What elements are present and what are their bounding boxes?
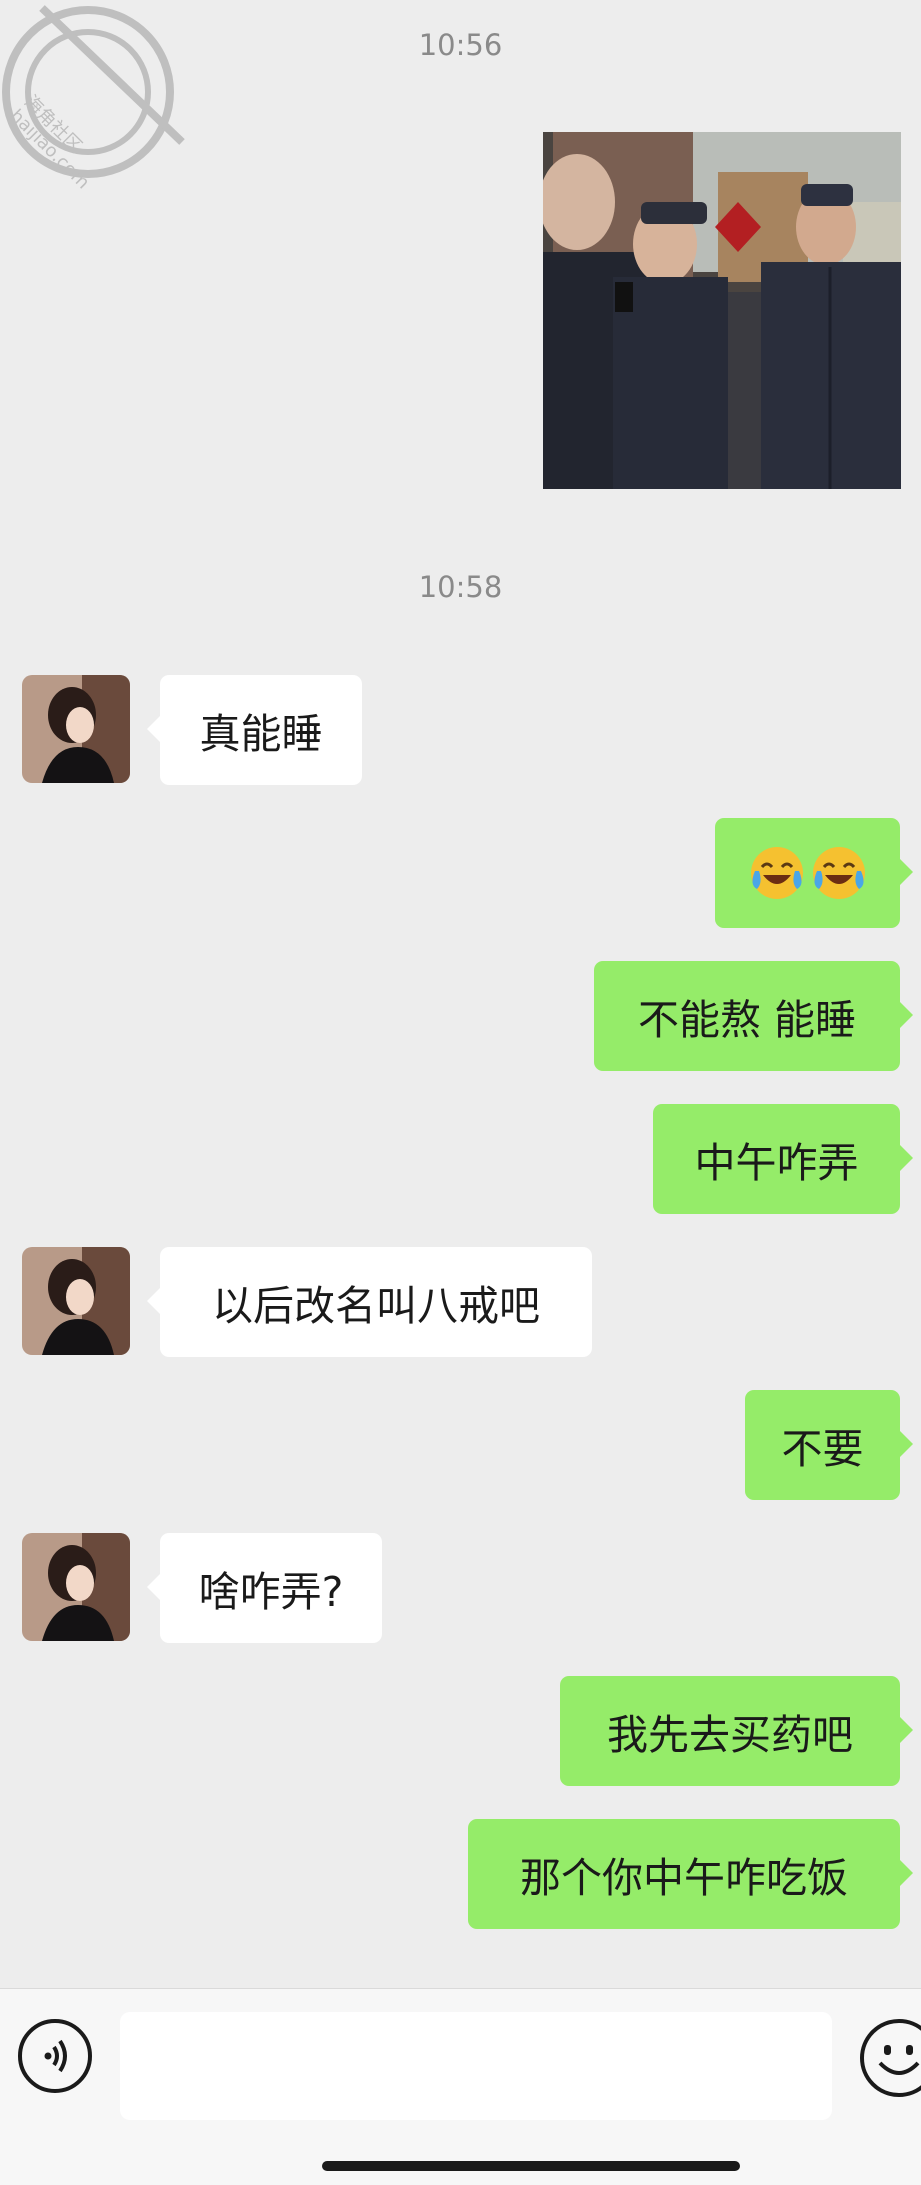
chat-screen: 海角社区 haijiao.com 10:56 10:58 真能睡 不能熬 能睡 … bbox=[0, 0, 921, 2185]
message-bubble[interactable]: 啥咋弄? bbox=[147, 1533, 382, 1643]
message-bubble[interactable]: 以后改名叫八戒吧 bbox=[147, 1247, 592, 1357]
emoji-button[interactable] bbox=[860, 2019, 921, 2097]
emoji-icon bbox=[878, 2045, 920, 2075]
message-bubble[interactable]: 中午咋弄 bbox=[653, 1104, 913, 1214]
avatar[interactable] bbox=[22, 1533, 130, 1641]
home-indicator[interactable] bbox=[322, 2161, 740, 2171]
laugh-cry-emoji-icon bbox=[812, 847, 865, 899]
message-bubble[interactable]: 不能熬 能睡 bbox=[594, 961, 913, 1071]
message-bubble[interactable]: 我先去买药吧 bbox=[560, 1676, 913, 1786]
input-bar bbox=[0, 1988, 921, 2185]
avatar[interactable] bbox=[22, 675, 130, 783]
laugh-cry-emoji-icon bbox=[750, 847, 803, 899]
voice-icon bbox=[44, 2039, 67, 2073]
avatar[interactable] bbox=[22, 1247, 130, 1355]
timestamp: 10:56 bbox=[418, 28, 503, 62]
timestamp: 10:58 bbox=[418, 570, 503, 604]
message-bubble[interactable]: 不要 bbox=[745, 1390, 913, 1500]
photo-message[interactable] bbox=[543, 132, 901, 489]
voice-button[interactable] bbox=[18, 2019, 92, 2093]
message-bubble[interactable]: 那个你中午咋吃饭 bbox=[468, 1819, 913, 1929]
message-input[interactable] bbox=[120, 2012, 832, 2120]
message-bubble[interactable] bbox=[715, 818, 913, 928]
message-bubble[interactable]: 真能睡 bbox=[147, 675, 362, 785]
